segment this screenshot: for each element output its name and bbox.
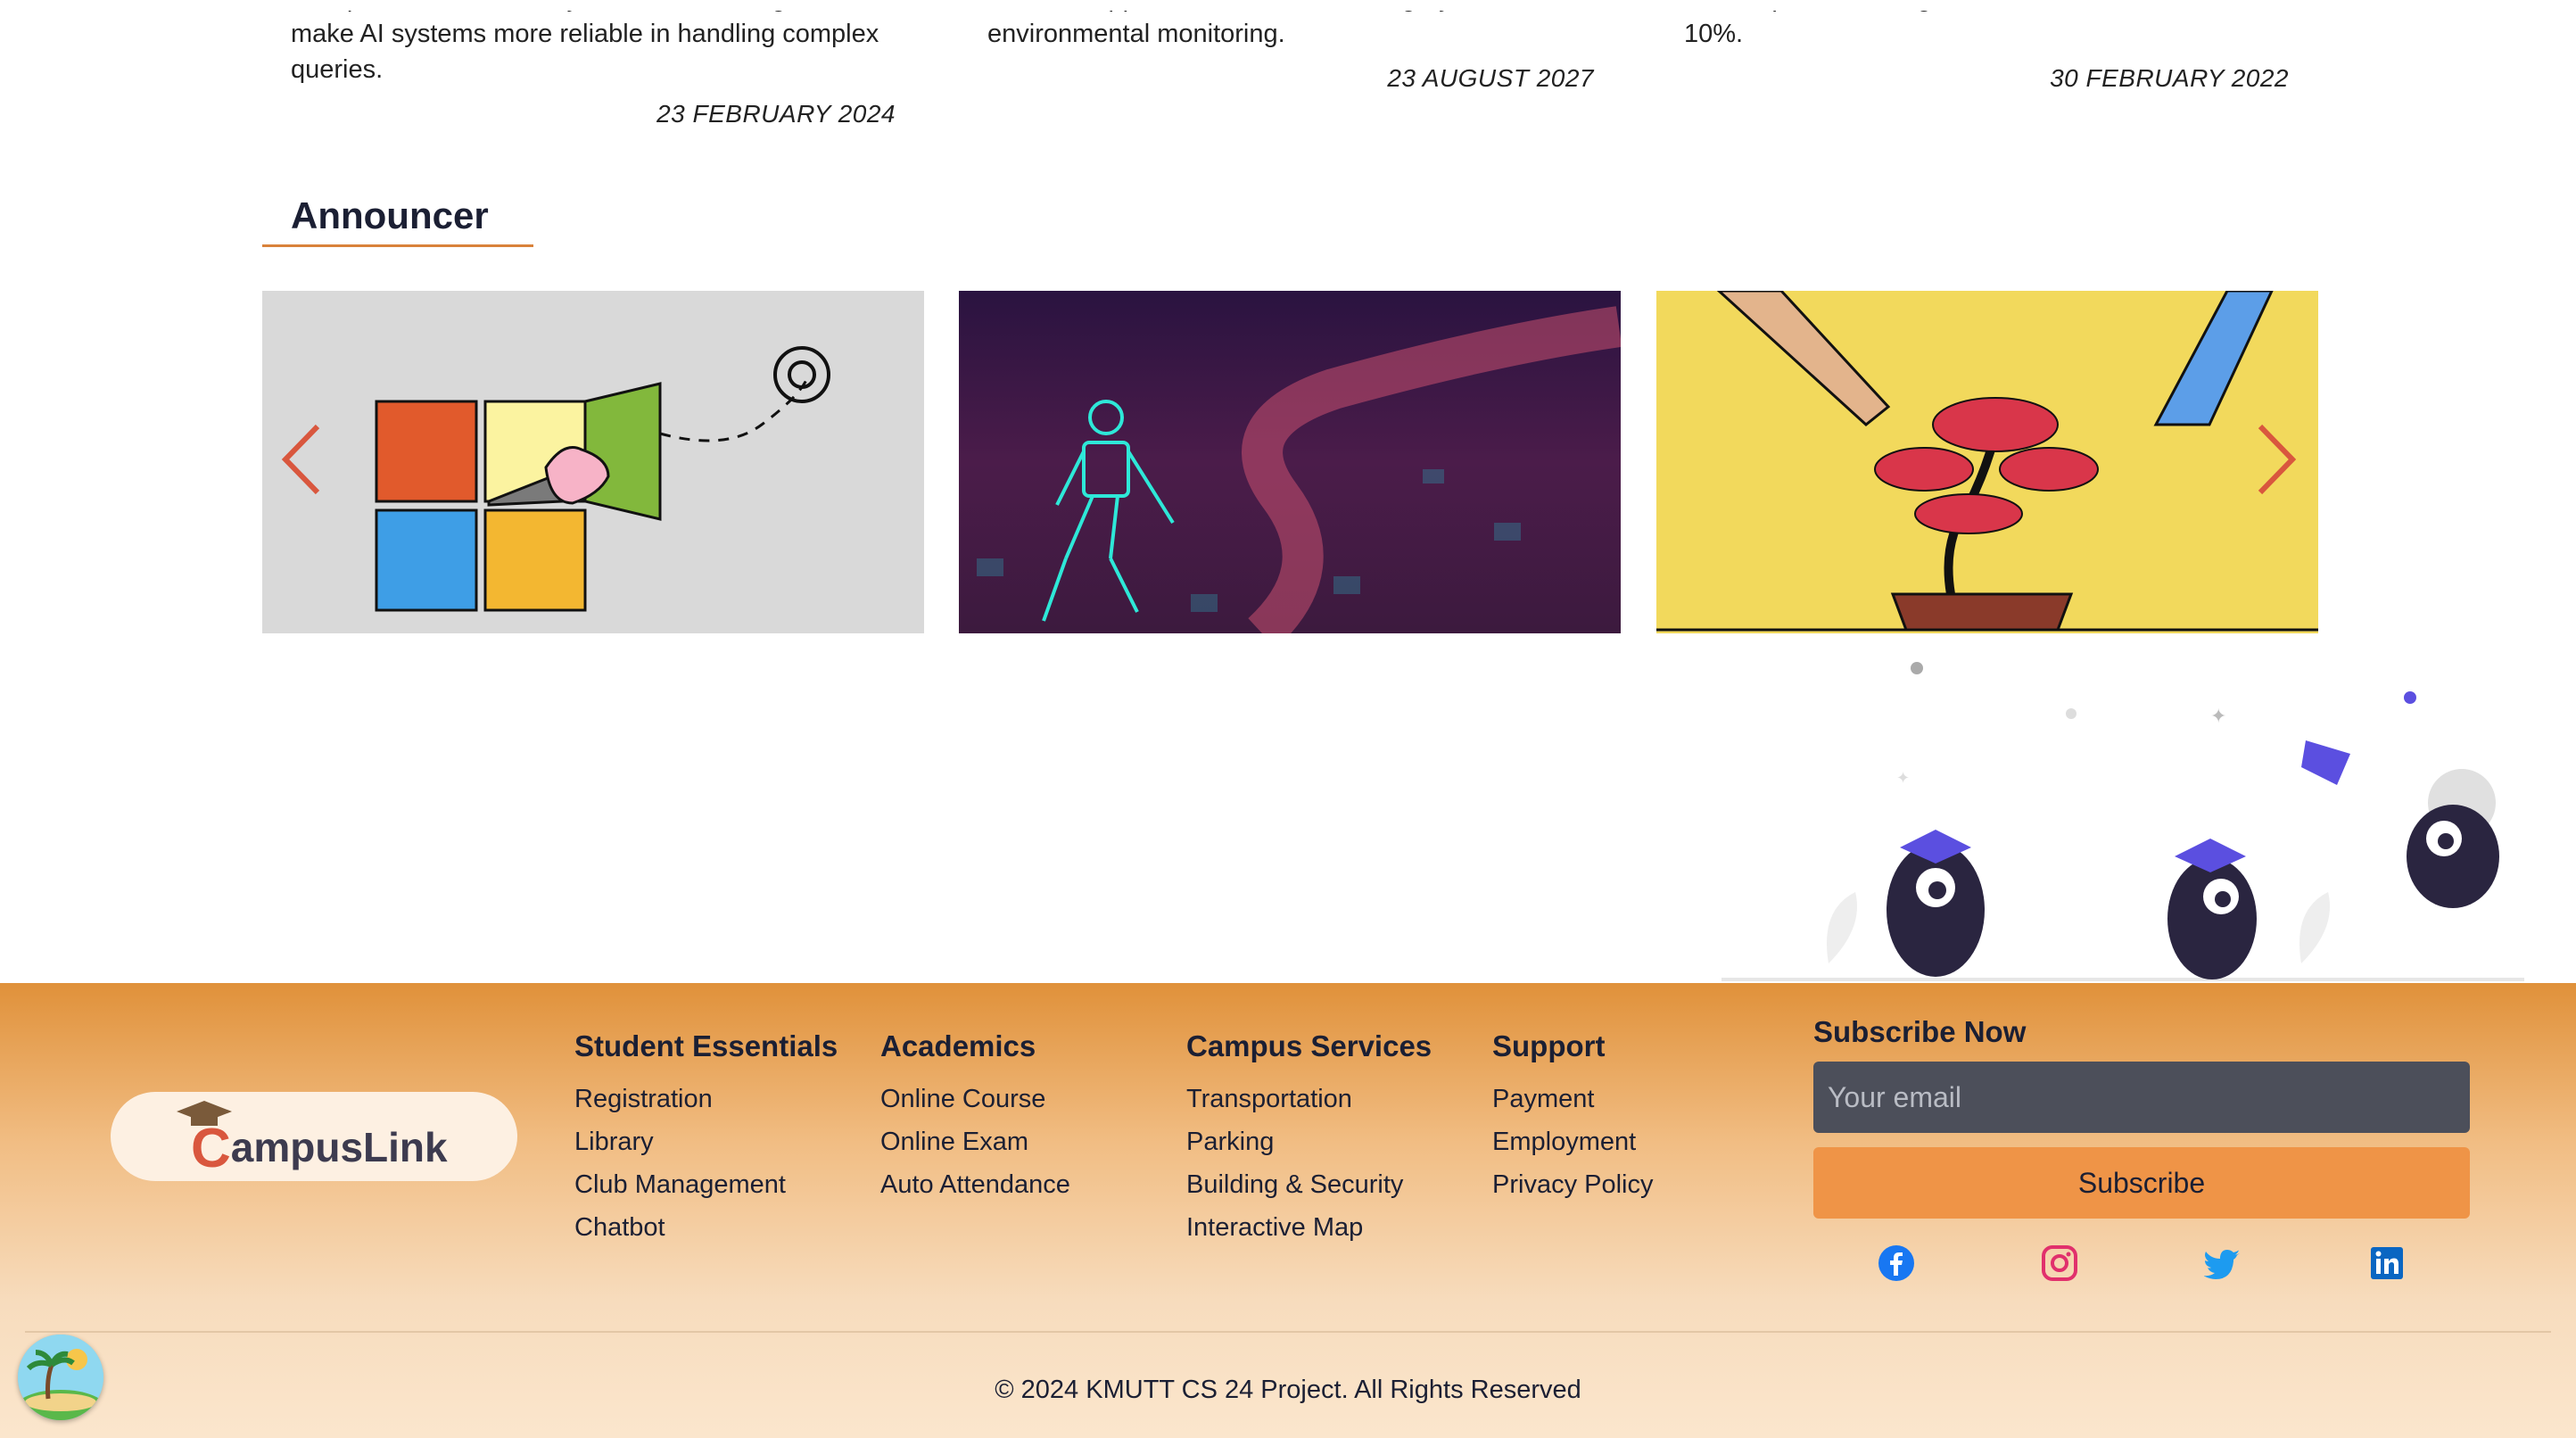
- svg-text:✦: ✦: [2210, 706, 2226, 728]
- footer-divider: [25, 1331, 2551, 1333]
- news-date: 23 AUGUST 2027: [1387, 64, 1594, 92]
- footer-link-chatbot[interactable]: Chatbot: [574, 1206, 838, 1249]
- copyright-text: © 2024 KMUTT CS 24 Project. All Rights R…: [995, 1376, 1581, 1404]
- footer-link-employment[interactable]: Employment: [1492, 1120, 1654, 1163]
- footer-link-club-management[interactable]: Club Management: [574, 1163, 838, 1206]
- carousel-prev-icon[interactable]: [277, 419, 326, 500]
- footer-column-title: Campus Services: [1186, 1029, 1432, 1062]
- footer-link-registration[interactable]: Registration: [574, 1078, 838, 1120]
- palm-tree-icon: [18, 1335, 103, 1420]
- news-excerpt: to improve their accuracy. This breakthr…: [291, 0, 879, 84]
- footer-link-interactive-map[interactable]: Interactive Map: [1186, 1206, 1432, 1249]
- footer-link-transportation[interactable]: Transportation: [1186, 1078, 1432, 1120]
- twitter-icon[interactable]: [2204, 1244, 2243, 1283]
- footer-link-online-exam[interactable]: Online Exam: [880, 1120, 1070, 1163]
- graduation-mascots-illustration: ✦ ✦: [1721, 662, 2524, 981]
- footer-link-parking[interactable]: Parking: [1186, 1120, 1432, 1163]
- footer-column-title: Support: [1492, 1029, 1606, 1062]
- footer-column-title: Student Essentials: [574, 1029, 838, 1062]
- footer-column-academics: Academics Online Course Online Exam Auto…: [880, 1029, 1070, 1206]
- subscribe-button[interactable]: Subscribe: [1813, 1147, 2470, 1219]
- carousel-next-icon[interactable]: [2251, 419, 2301, 500]
- slide-illustration: [375, 346, 830, 612]
- footer-link-payment[interactable]: Payment: [1492, 1078, 1654, 1120]
- footer-link-auto-attendance[interactable]: Auto Attendance: [880, 1163, 1070, 1206]
- news-date: 30 FEBRUARY 2022: [2050, 64, 2289, 92]
- facebook-icon[interactable]: [1877, 1244, 1916, 1283]
- slide-illustration: [1656, 291, 2318, 633]
- footer: CampusLink Student Essentials Registrati…: [0, 983, 2576, 1438]
- linkedin-icon[interactable]: [2367, 1244, 2407, 1283]
- footer-link-online-course[interactable]: Online Course: [880, 1078, 1070, 1120]
- top-edge: [0, 0, 2576, 11]
- subscribe-title: Subscribe Now: [1813, 1015, 2027, 1048]
- svg-text:✦: ✦: [1896, 769, 1910, 788]
- carousel-slide[interactable]: [959, 291, 1621, 633]
- section-underline: [262, 244, 533, 247]
- footer-column-title: Academics: [880, 1029, 1036, 1062]
- campuslink-logo[interactable]: CampusLink: [111, 1092, 517, 1181]
- carousel-slide[interactable]: [1656, 291, 2318, 633]
- slide-illustration: [959, 291, 1621, 633]
- footer-link-library[interactable]: Library: [574, 1120, 838, 1163]
- footer-link-building-security[interactable]: Building & Security: [1186, 1163, 1432, 1206]
- section-title: Announcer: [291, 194, 489, 236]
- email-field[interactable]: [1813, 1062, 2470, 1133]
- instagram-icon[interactable]: [2040, 1244, 2079, 1283]
- news-date: 23 FEBRUARY 2024: [656, 100, 896, 128]
- footer-link-privacy-policy[interactable]: Privacy Policy: [1492, 1163, 1654, 1206]
- carousel-slide[interactable]: [262, 291, 924, 633]
- footer-column-student-essentials: Student Essentials Registration Library …: [574, 1029, 838, 1249]
- footer-column-support: Support Payment Employment Privacy Polic…: [1492, 1029, 1654, 1206]
- floating-beach-avatar-button[interactable]: [18, 1335, 103, 1420]
- logo-text: CampusLink: [191, 1118, 448, 1179]
- footer-column-campus-services: Campus Services Transportation Parking B…: [1186, 1029, 1432, 1249]
